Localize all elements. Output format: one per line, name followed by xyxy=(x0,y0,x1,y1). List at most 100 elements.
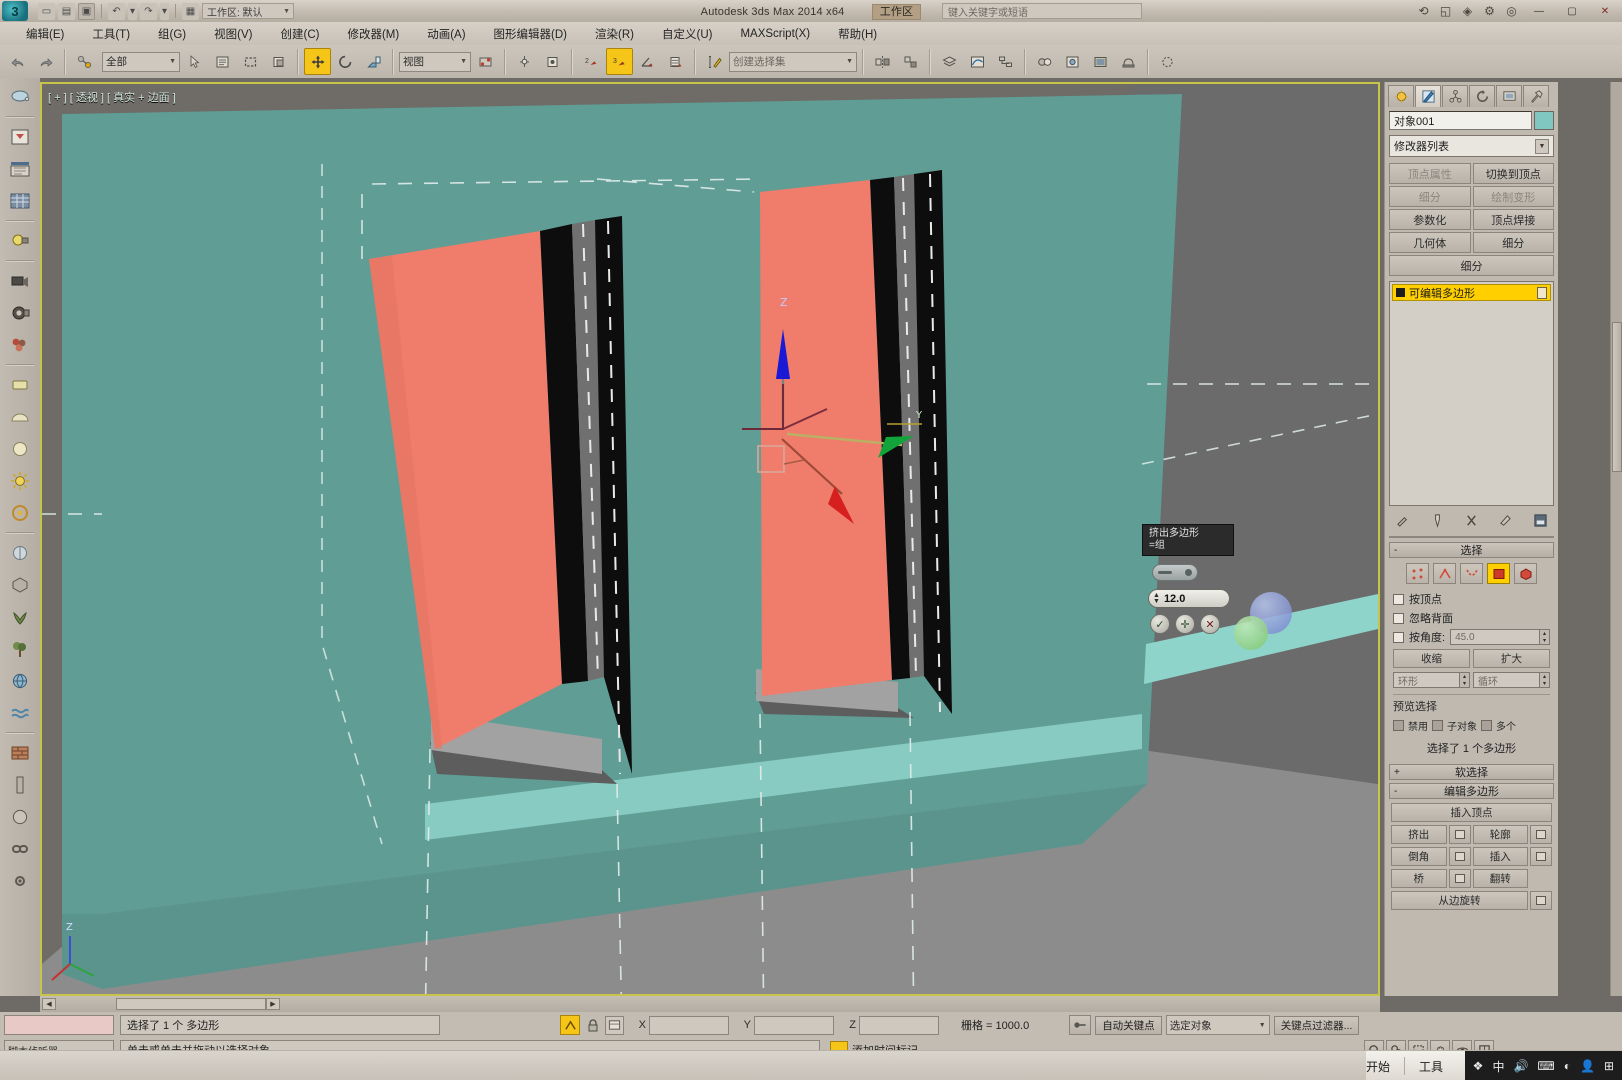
undo-scene-operation-icon[interactable] xyxy=(4,48,31,75)
scroll-thumb[interactable] xyxy=(116,998,266,1010)
material-tool-icon[interactable] xyxy=(5,330,35,360)
quick-button-7[interactable]: 细分 xyxy=(1472,232,1554,253)
border-level-button[interactable] xyxy=(1460,563,1483,584)
align-icon[interactable] xyxy=(897,48,924,75)
preview-mode-disabled-radio[interactable] xyxy=(1393,720,1404,731)
selection-rollout-header[interactable]: - 选择 xyxy=(1389,542,1554,558)
render-tool-icon[interactable] xyxy=(5,298,35,328)
collapse-icon[interactable]: - xyxy=(1394,545,1397,556)
vertex-level-button[interactable] xyxy=(1406,563,1429,584)
edit-polygons-rollout-header[interactable]: - 编辑多边形 xyxy=(1389,783,1554,799)
ring-field[interactable]: 环形 ▴ ▾ xyxy=(1393,672,1470,688)
caddy-ok-button[interactable]: ✓ xyxy=(1150,614,1170,634)
select-object-icon[interactable] xyxy=(181,48,208,75)
extrude-settings-button[interactable] xyxy=(1448,825,1471,844)
camera-tool-icon[interactable] xyxy=(5,266,35,296)
lock-selection-icon[interactable] xyxy=(584,1016,601,1035)
hinge-from-edge-settings-button[interactable] xyxy=(1530,891,1552,910)
paint-deform-tool-icon[interactable] xyxy=(5,82,35,112)
collapse-icon[interactable]: - xyxy=(1394,786,1397,797)
preview-mode-subobject-radio[interactable] xyxy=(1432,720,1443,731)
utilities-tab[interactable] xyxy=(1523,85,1549,107)
spinner-arrows-icon[interactable]: ▲ ▼ xyxy=(1153,592,1160,605)
maximize-button[interactable]: ▢ xyxy=(1559,2,1585,20)
bridge-button[interactable]: 桥 xyxy=(1391,869,1447,888)
tray-icon-volume[interactable]: 🔊 xyxy=(1513,1059,1528,1073)
select-and-manipulate-icon[interactable] xyxy=(511,48,538,75)
menu-item-edit[interactable]: 编辑(E) xyxy=(12,24,78,44)
taskbar-item-tools[interactable]: 工具 xyxy=(1419,1058,1443,1075)
quick-button-2[interactable]: 细分 xyxy=(1389,186,1471,207)
snaps-toggle-3d-icon[interactable]: 3 xyxy=(606,48,633,75)
sun-tool-icon[interactable] xyxy=(5,466,35,496)
z-input[interactable] xyxy=(859,1015,939,1035)
menu-item-maxscript[interactable]: MAXScript(X) xyxy=(726,26,824,42)
y-input[interactable] xyxy=(754,1015,834,1035)
viewport-scrollbar[interactable]: ◀ ▶ xyxy=(40,996,1380,1012)
pipe-tool-icon[interactable] xyxy=(5,770,35,800)
menu-item-modifiers[interactable]: 修改器(M) xyxy=(333,24,413,44)
modifier-stack[interactable]: 可编辑多边形 xyxy=(1389,281,1554,506)
redo-scene-operation-icon[interactable] xyxy=(32,48,59,75)
search-input[interactable]: 键入关键字或短语 xyxy=(942,3,1142,19)
scroll-right-button[interactable]: ▶ xyxy=(266,998,280,1010)
ignore-backfacing-checkbox-row[interactable]: 忽略背面 xyxy=(1393,610,1550,626)
ignore-backfacing-checkbox[interactable] xyxy=(1393,612,1404,624)
spreadsheet-tool-icon[interactable] xyxy=(5,186,35,216)
display-tab[interactable] xyxy=(1496,85,1522,107)
by-angle-checkbox-row[interactable]: 按角度: 45.0 ▴ ▾ xyxy=(1393,629,1550,645)
proxy-tool-icon[interactable] xyxy=(5,570,35,600)
auto-key-button[interactable]: 自动关键点 xyxy=(1095,1015,1162,1035)
hierarchy-tab[interactable] xyxy=(1442,85,1468,107)
gear-icon[interactable]: ⚙ xyxy=(1482,4,1497,19)
bevel-settings-button[interactable] xyxy=(1448,847,1471,866)
caddy-extrude-type-toggle[interactable] xyxy=(1152,564,1198,581)
flip-button[interactable]: 翻转 xyxy=(1472,869,1528,888)
bridge-settings-button[interactable] xyxy=(1448,869,1471,888)
menu-item-tools[interactable]: 工具(T) xyxy=(78,24,144,44)
layout-icon[interactable]: ◱ xyxy=(1438,4,1453,19)
caddy-cancel-button[interactable]: ✕ xyxy=(1200,614,1220,634)
cloud-tool-icon[interactable] xyxy=(5,538,35,568)
menu-item-rendering[interactable]: 渲染(R) xyxy=(581,24,648,44)
rectangular-selection-region-icon[interactable] xyxy=(237,48,264,75)
select-and-scale-icon[interactable] xyxy=(360,48,387,75)
viewport-label[interactable]: [ + ] [ 透视 ] [ 真实 + 边面 ] xyxy=(48,89,176,105)
element-level-button[interactable] xyxy=(1514,563,1537,584)
pin-stack-icon[interactable] xyxy=(1395,512,1411,528)
extrude-button[interactable]: 挤出 xyxy=(1391,825,1447,844)
spinner-arrows-icon[interactable]: ▴ ▾ xyxy=(1539,630,1549,644)
chevron-down-icon[interactable]: ▼ xyxy=(1535,138,1549,154)
menu-item-animation[interactable]: 动画(A) xyxy=(413,24,479,44)
soft-selection-rollout-header[interactable]: + 软选择 xyxy=(1389,764,1554,780)
by-vertex-checkbox[interactable] xyxy=(1393,593,1404,605)
coordinate-system-dropdown[interactable]: 视图 ▼ xyxy=(399,51,471,72)
water-tool-icon[interactable] xyxy=(5,698,35,728)
angle-snap-toggle-icon[interactable] xyxy=(634,48,661,75)
extrude-caddy[interactable]: 挤出多边形 =组 ▲ ▼ 12.0 ✓ ✛ ✕ xyxy=(1142,524,1292,650)
select-and-rotate-icon[interactable] xyxy=(332,48,359,75)
target-tool-icon[interactable] xyxy=(5,498,35,528)
scroll-left-button[interactable]: ◀ xyxy=(42,998,56,1010)
sphere-tool-icon[interactable] xyxy=(5,802,35,832)
bitmap-tool-icon[interactable] xyxy=(5,370,35,400)
settings-tool-icon[interactable] xyxy=(5,866,35,896)
brick-tool-icon[interactable] xyxy=(5,738,35,768)
layer-manager-icon[interactable] xyxy=(936,48,963,75)
undo-arrow-icon[interactable]: ⟲ xyxy=(1416,4,1431,19)
tray-icon-apps[interactable]: ⊞ xyxy=(1604,1059,1614,1073)
outline-button[interactable]: 轮廓 xyxy=(1472,825,1528,844)
render-setup-icon[interactable] xyxy=(1059,48,1086,75)
stack-toggle-icon[interactable] xyxy=(1396,288,1405,297)
inset-settings-button[interactable] xyxy=(1530,847,1552,866)
key-mode-toggle-icon[interactable] xyxy=(1069,1015,1092,1035)
modify-tab[interactable] xyxy=(1415,85,1441,107)
quick-button-3[interactable]: 绘制变形 xyxy=(1472,186,1554,207)
menu-item-help[interactable]: 帮助(H) xyxy=(824,24,891,44)
object-color-swatch[interactable] xyxy=(1534,111,1554,130)
spinner-arrows-icon[interactable]: ▴ ▾ xyxy=(1539,673,1549,687)
outline-settings-button[interactable] xyxy=(1530,825,1552,844)
viewport-canvas[interactable]: Z Y Z [+] [透视] [真实 + 边面] 挤出多边形 =组 … xyxy=(42,84,1378,994)
use-center-flyout-icon[interactable] xyxy=(472,48,499,75)
selection-filter-dropdown[interactable]: 全部 ▼ xyxy=(102,51,180,72)
